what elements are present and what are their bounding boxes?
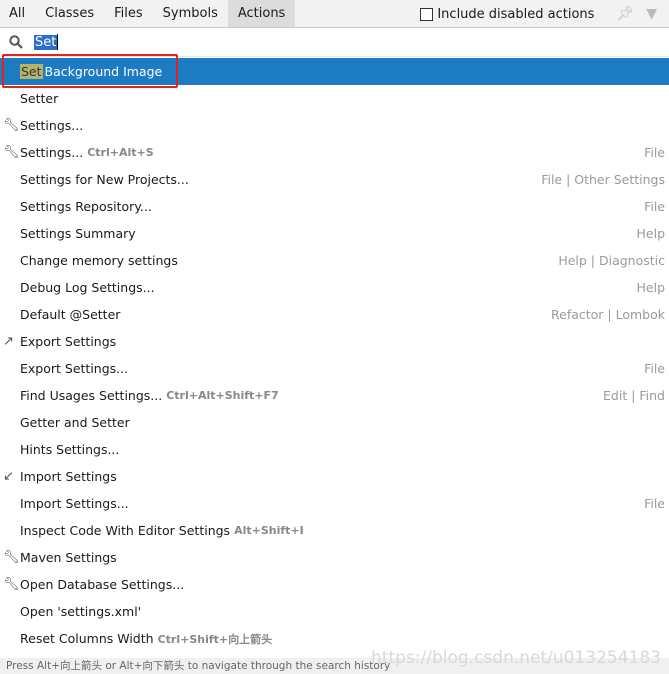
item-label: Find Usages Settings... (20, 388, 163, 403)
tab-actions[interactable]: Actions (227, 0, 296, 27)
import-icon: ↙ (3, 469, 14, 484)
filter-icon[interactable]: ▼ (646, 6, 657, 22)
item-group: File (644, 145, 665, 160)
item-group: File (644, 199, 665, 214)
item-label: Open Database Settings... (20, 577, 185, 592)
item-label: Maven Settings (20, 550, 117, 565)
list-item[interactable]: Import Settings... File (0, 490, 669, 517)
list-item[interactable]: Inspect Code With Editor Settings Alt+Shi… (0, 517, 669, 544)
item-label: Hints Settings... (20, 442, 120, 457)
item-label: Settings Summary (20, 226, 136, 241)
item-label: Default @Setter (20, 307, 121, 322)
item-shortcut: Ctrl+Shift+向上箭头 (157, 632, 273, 646)
text-caret (57, 34, 59, 50)
list-item[interactable]: Open 'settings.xml' (0, 598, 669, 625)
list-item[interactable]: 🔧︎ Settings... Ctrl+Alt+S File (0, 139, 669, 166)
list-item[interactable]: Debug Log Settings... Help (0, 274, 669, 301)
search-input[interactable]: Set (34, 34, 58, 50)
list-item[interactable]: 🔧︎ Settings... (0, 112, 669, 139)
tab-all[interactable]: All (0, 0, 35, 27)
item-label: Getter and Setter (20, 415, 130, 430)
item-group: Refactor | Lombok (551, 307, 665, 322)
item-label: Import Settings... (20, 496, 129, 511)
results-list: Set Background Image Setter 🔧︎ Settings...… (0, 54, 669, 652)
list-item[interactable]: Export Settings... File (0, 355, 669, 382)
list-item[interactable]: Getter and Setter (0, 409, 669, 436)
list-item[interactable]: Find Usages Settings... Ctrl+Alt+Shift+F7… (0, 382, 669, 409)
tab-files[interactable]: Files (104, 0, 153, 27)
list-item[interactable]: Settings for New Projects... File | Other… (0, 166, 669, 193)
item-shortcut: Alt+Shift+I (234, 524, 304, 537)
include-disabled-checkbox[interactable] (420, 7, 434, 21)
search-bar[interactable]: Set (0, 28, 669, 57)
tab-bar: All Classes Files Symbols Actions Includ… (0, 0, 669, 28)
item-label: Change memory settings (20, 253, 178, 268)
item-label: Export Settings... (20, 361, 129, 376)
tab-symbols[interactable]: Symbols (153, 0, 228, 27)
item-group: Help | Diagnostic (558, 253, 665, 268)
wrench-icon: 🔧︎ (3, 145, 20, 160)
wrench-icon: 🔧︎ (3, 577, 20, 592)
list-item[interactable]: Default @Setter Refactor | Lombok (0, 301, 669, 328)
list-item[interactable]: ↙ Import Settings (0, 463, 669, 490)
list-item[interactable]: ↗ Export Settings (0, 328, 669, 355)
tab-classes[interactable]: Classes (35, 0, 104, 27)
watermark: https://blog.csdn.net/u013254183 (371, 648, 661, 668)
wrench-icon: 🔧︎ (3, 118, 20, 133)
wrench-icon: 🔧︎ (3, 550, 20, 565)
search-icon (9, 35, 23, 49)
item-label: Settings Repository... (20, 199, 152, 214)
item-label: Settings... (20, 118, 84, 133)
item-shortcut: Ctrl+Alt+S (87, 146, 154, 159)
item-group: File (644, 361, 665, 376)
list-item[interactable]: 🔧︎ Open Database Settings... (0, 571, 669, 598)
item-group: File (644, 496, 665, 511)
item-label: Settings... (20, 145, 84, 160)
item-label: Setter (20, 91, 59, 106)
list-item[interactable]: Setter (0, 85, 669, 112)
list-item[interactable]: Settings Summary Help (0, 220, 669, 247)
item-label: Debug Log Settings... (20, 280, 155, 295)
list-item[interactable]: Change memory settings Help | Diagnostic (0, 247, 669, 274)
pin-icon[interactable]: 📌︎ (616, 6, 634, 22)
include-disabled-label[interactable]: Include disabled actions (437, 7, 594, 22)
item-label: Export Settings (20, 334, 117, 349)
annotation-box (2, 54, 178, 88)
item-group: File | Other Settings (541, 172, 665, 187)
item-shortcut: Ctrl+Alt+Shift+F7 (166, 389, 279, 402)
item-group: Help (636, 226, 666, 241)
item-label: Settings for New Projects... (20, 172, 189, 187)
item-label: Reset Columns Width (20, 631, 154, 646)
list-item[interactable]: Hints Settings... (0, 436, 669, 463)
list-item-selected[interactable]: Set Background Image (0, 54, 669, 88)
list-item[interactable]: 🔧︎ Maven Settings (0, 544, 669, 571)
item-label: Inspect Code With Editor Settings (20, 523, 231, 538)
item-group: Edit | Find (603, 388, 665, 403)
list-item[interactable]: Settings Repository... File (0, 193, 669, 220)
export-icon: ↗ (3, 334, 14, 349)
item-label: Import Settings (20, 469, 117, 484)
item-label: Open 'settings.xml' (20, 604, 142, 619)
item-group: Help (636, 280, 666, 295)
